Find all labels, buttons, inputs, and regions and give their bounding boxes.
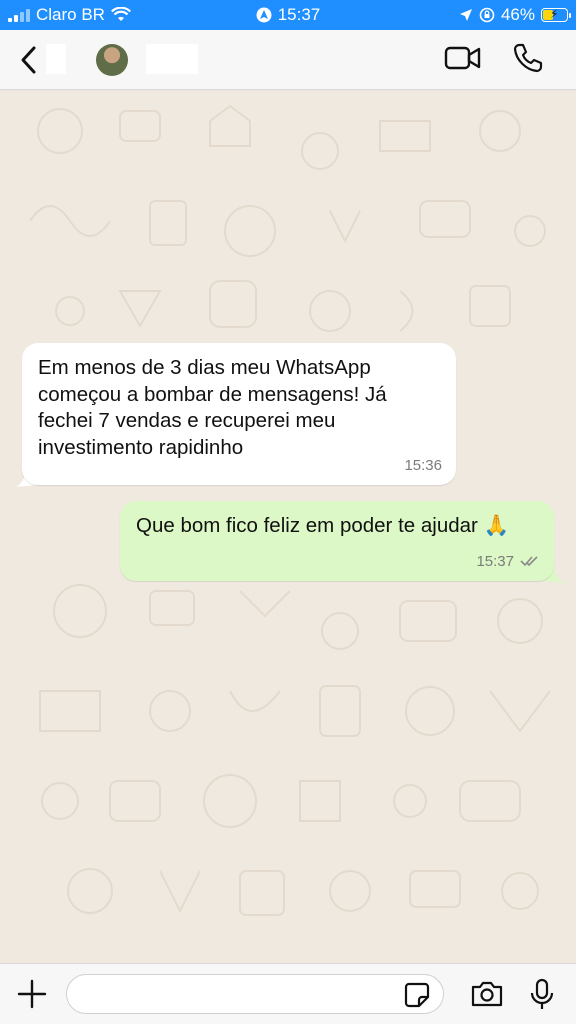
navigation-badge-icon [256, 7, 272, 23]
chevron-left-icon[interactable] [14, 42, 44, 78]
plus-icon[interactable] [16, 978, 48, 1010]
status-right: 46% ⚡ [459, 5, 571, 25]
microphone-icon[interactable] [528, 978, 556, 1012]
outgoing-message[interactable]: Que bom fico feliz em poder te ajudar 🙏 … [120, 501, 554, 581]
orientation-lock-icon [479, 7, 495, 23]
avatar[interactable] [96, 44, 128, 76]
clock: 15:37 [277, 5, 321, 24]
unread-count-redacted [46, 44, 66, 74]
incoming-message[interactable]: Em menos de 3 dias meu WhatsApp começou … [22, 343, 456, 485]
message-meta: 15:36 [404, 456, 442, 476]
message-meta: 15:37 [476, 552, 540, 572]
double-check-icon [520, 556, 538, 567]
battery-percent: 46% [500, 5, 535, 24]
video-call-icon[interactable] [444, 44, 482, 72]
location-arrow-icon [459, 9, 472, 21]
chat-area[interactable]: Em menos de 3 dias meu WhatsApp começou … [0, 91, 576, 963]
message-time: 15:37 [476, 552, 514, 570]
message-input[interactable] [66, 974, 444, 1014]
message-text: Em menos de 3 dias meu WhatsApp começou … [38, 356, 393, 459]
message-text: Que bom fico feliz em poder te ajudar 🙏 [136, 514, 510, 537]
battery-icon: ⚡ [541, 7, 571, 22]
camera-icon[interactable] [470, 980, 504, 1008]
contact-name-redacted[interactable] [146, 44, 198, 74]
message-time: 15:36 [404, 456, 442, 474]
chat-header [0, 30, 576, 90]
sticker-icon[interactable] [404, 982, 430, 1008]
charging-bolt-icon: ⚡ [550, 7, 559, 21]
phone-icon[interactable] [512, 42, 544, 74]
status-bar: Claro BR 15:37 46% ⚡ [0, 0, 576, 30]
input-bar [0, 963, 576, 1024]
